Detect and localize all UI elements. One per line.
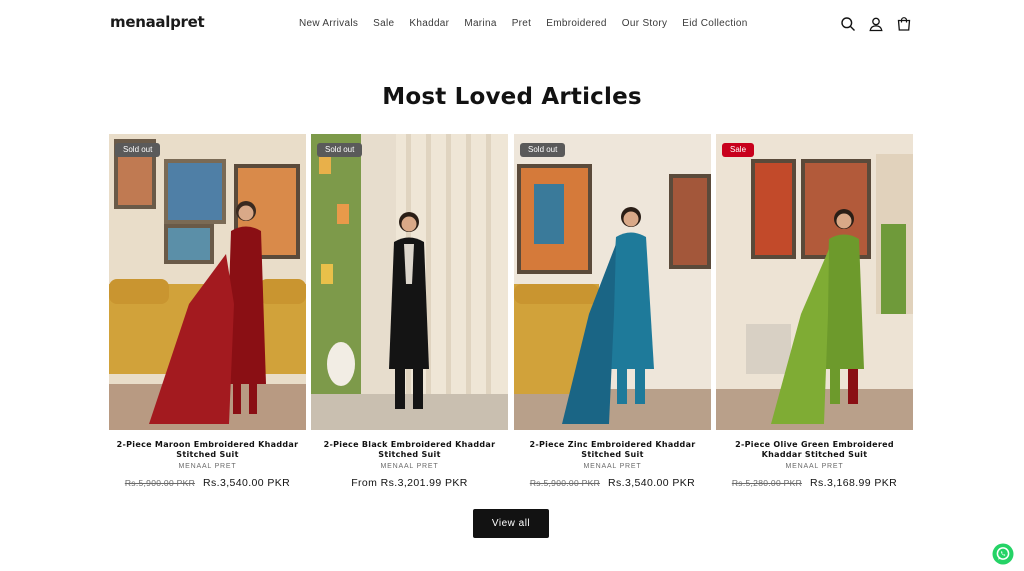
sold-out-badge: Sold out — [520, 143, 566, 157]
product-image[interactable]: Sold out — [109, 134, 306, 430]
product-card[interactable]: Sold out 2-Piece Maroon Embroidered Khad… — [109, 134, 306, 489]
product-title[interactable]: 2-Piece Zinc Embroidered Khaddar Stitche… — [514, 440, 711, 460]
product-image[interactable]: Sale — [716, 134, 913, 430]
product-price: Rs.5,900.00 PKR Rs.3,540.00 PKR — [514, 477, 711, 489]
product-photo — [109, 134, 306, 430]
product-title[interactable]: 2-Piece Maroon Embroidered Khaddar Stitc… — [109, 440, 306, 460]
nav-marina[interactable]: Marina — [464, 18, 496, 29]
cart-icon[interactable] — [896, 16, 912, 32]
product-vendor: MENAAL PRET — [785, 463, 844, 470]
logo[interactable]: menaalpret — [110, 13, 205, 31]
section-title: Most Loved Articles — [382, 84, 642, 110]
product-card[interactable]: Sale 2-Piece Olive Green Embroidered Kha… — [716, 134, 913, 489]
sale-price: Rs.3,540.00 PKR — [203, 477, 291, 489]
product-grid: Sold out 2-Piece Maroon Embroidered Khad… — [109, 134, 915, 494]
product-vendor: MENAAL PRET — [380, 463, 439, 470]
regular-price: Rs.5,900.00 PKR — [529, 478, 601, 488]
sold-out-badge: Sold out — [317, 143, 363, 157]
sale-badge: Sale — [722, 143, 755, 157]
nav-sale[interactable]: Sale — [373, 18, 394, 29]
regular-price: Rs.5,900.00 PKR — [124, 478, 196, 488]
header-icons — [840, 16, 912, 32]
account-icon[interactable] — [868, 16, 884, 32]
sale-price: Rs.3,540.00 PKR — [608, 477, 696, 489]
product-title[interactable]: 2-Piece Olive Green Embroidered Khaddar … — [716, 440, 913, 460]
nav-khaddar[interactable]: Khaddar — [409, 18, 449, 29]
sale-price: From Rs.3,201.99 PKR — [351, 477, 468, 489]
search-icon[interactable] — [840, 16, 856, 32]
main-nav: New Arrivals Sale Khaddar Marina Pret Em… — [299, 18, 763, 29]
product-vendor: MENAAL PRET — [178, 463, 237, 470]
site-header: menaalpret New Arrivals Sale Khaddar Mar… — [0, 0, 1024, 50]
nav-pret[interactable]: Pret — [512, 18, 532, 29]
regular-price: Rs.5,280.00 PKR — [731, 478, 803, 488]
product-card[interactable]: Sold out 2-Piece Zinc Embroidered Khadda… — [514, 134, 711, 489]
product-price: Rs.5,900.00 PKR Rs.3,540.00 PKR — [109, 477, 306, 489]
product-photo — [311, 134, 508, 430]
nav-eid-collection[interactable]: Eid Collection — [682, 18, 747, 29]
product-image[interactable]: Sold out — [514, 134, 711, 430]
product-price: Rs.5,280.00 PKR Rs.3,168.99 PKR — [716, 477, 913, 489]
sold-out-badge: Sold out — [115, 143, 161, 157]
sale-price: Rs.3,168.99 PKR — [810, 477, 898, 489]
product-title[interactable]: 2-Piece Black Embroidered Khaddar Stitch… — [311, 440, 508, 460]
product-photo — [514, 134, 711, 430]
nav-our-story[interactable]: Our Story — [622, 18, 668, 29]
nav-new-arrivals[interactable]: New Arrivals — [299, 18, 358, 29]
whatsapp-icon[interactable] — [992, 543, 1014, 565]
product-vendor: MENAAL PRET — [583, 463, 642, 470]
product-image[interactable]: Sold out — [311, 134, 508, 430]
product-card[interactable]: Sold out 2-Piece Black Embroidered Khadd… — [311, 134, 508, 489]
nav-embroidered[interactable]: Embroidered — [546, 18, 607, 29]
product-price: From Rs.3,201.99 PKR — [311, 477, 508, 489]
view-all-button[interactable]: View all — [473, 509, 549, 538]
product-photo — [716, 134, 913, 430]
